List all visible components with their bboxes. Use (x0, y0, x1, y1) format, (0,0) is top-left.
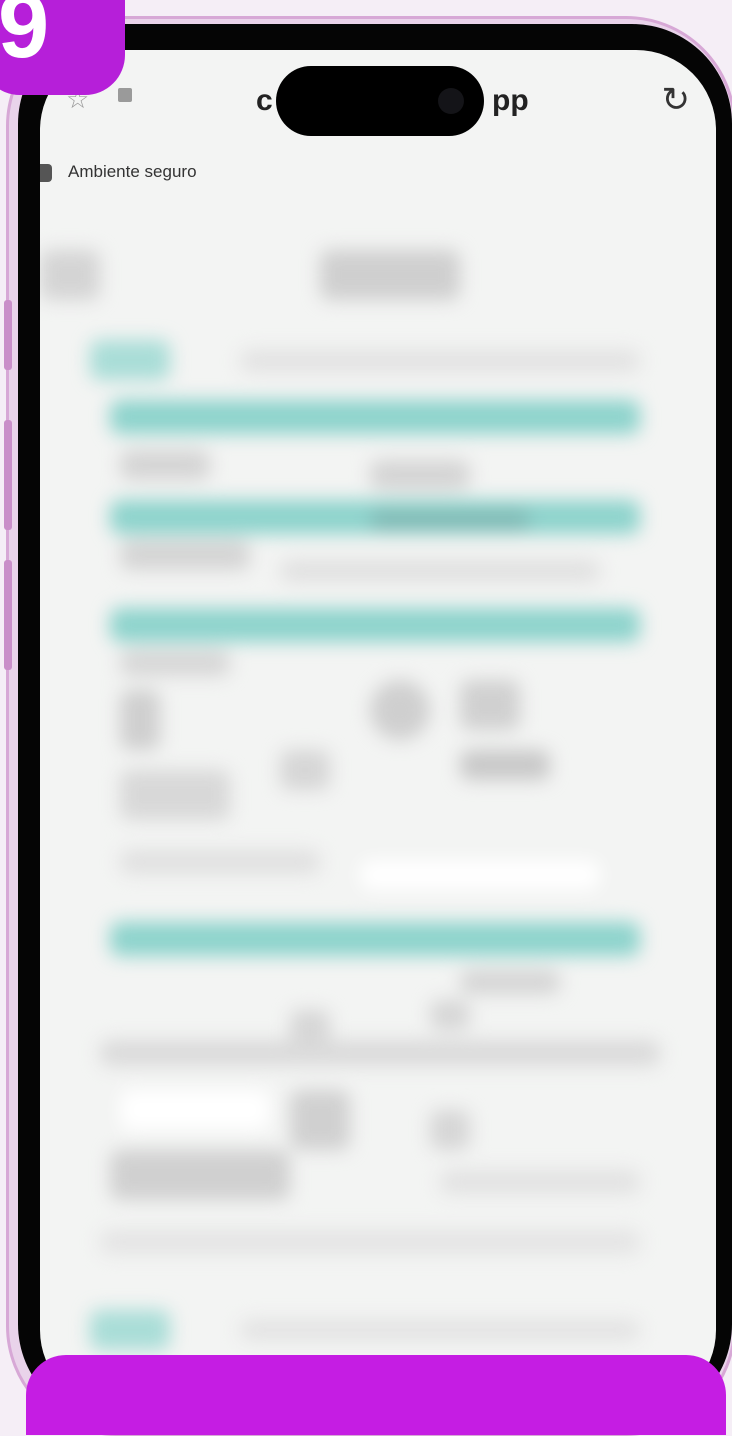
blur-block (120, 450, 210, 480)
blur-block (320, 250, 460, 300)
url-text-left: c (256, 84, 273, 117)
blur-block (120, 540, 250, 570)
secure-environment-row: Ambiente seguro (40, 158, 716, 194)
blur-block (40, 250, 100, 300)
bottom-action-bar[interactable] (26, 1355, 726, 1435)
dynamic-island (276, 66, 484, 136)
side-button (4, 560, 12, 670)
blur-block (90, 340, 170, 380)
blur-block (360, 860, 600, 890)
blur-block (100, 1040, 660, 1066)
url-text-right: pp (492, 84, 529, 117)
blur-block (240, 1320, 640, 1340)
blur-block (430, 1110, 470, 1150)
blur-block (120, 850, 320, 874)
blur-block (370, 510, 530, 530)
blur-block (370, 460, 470, 490)
lock-icon (118, 88, 132, 102)
blur-block (120, 650, 230, 676)
step-number: 9 (0, 0, 50, 77)
blur-block (120, 770, 230, 820)
blur-block (460, 750, 550, 780)
blur-block (440, 1170, 640, 1194)
reload-icon[interactable]: ↻ (662, 80, 691, 120)
blur-block (120, 690, 160, 750)
phone-screen: ☆ c pp ↻ Ambiente seguro (40, 50, 716, 1410)
blur-block (110, 1150, 290, 1200)
blur-block (280, 750, 330, 790)
blur-block (90, 1310, 170, 1350)
blur-block (280, 560, 600, 582)
shield-icon (40, 164, 52, 182)
camera-icon (438, 88, 464, 114)
blur-block (430, 1000, 470, 1030)
blur-block (370, 680, 430, 740)
blur-block (290, 1090, 350, 1150)
blur-block (120, 1090, 270, 1130)
blurred-content (40, 210, 716, 1410)
blur-block (100, 1230, 640, 1254)
secure-label: Ambiente seguro (68, 162, 197, 181)
teal-bar (110, 400, 640, 434)
blur-block (460, 970, 560, 994)
blur-block (460, 680, 520, 730)
teal-bar (110, 608, 640, 642)
side-button (4, 420, 12, 530)
step-badge: 9 (0, 0, 125, 95)
blur-block (240, 350, 640, 372)
teal-bar (110, 922, 640, 956)
side-button (4, 300, 12, 370)
